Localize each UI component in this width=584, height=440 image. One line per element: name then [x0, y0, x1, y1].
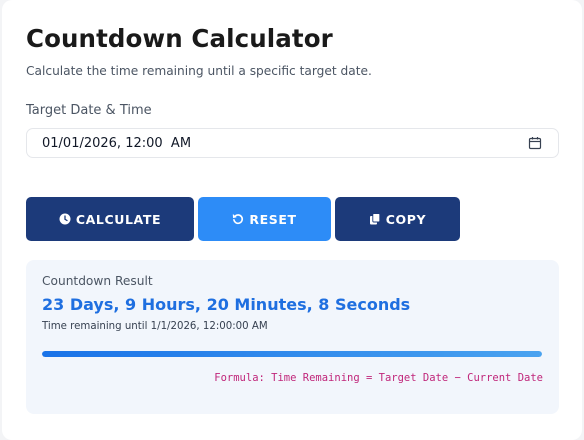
calculator-card: Countdown Calculator Calculate the time … — [2, 0, 582, 440]
result-value: 23 Days, 9 Hours, 20 Minutes, 8 Seconds — [42, 295, 411, 314]
copy-button[interactable]: COPY — [335, 197, 460, 241]
reset-button[interactable]: RESET — [198, 197, 331, 241]
progress-fill — [42, 351, 542, 357]
calculate-button[interactable]: CALCULATE — [26, 197, 194, 241]
copy-label: COPY — [385, 211, 427, 227]
calendar-icon[interactable] — [528, 136, 542, 150]
page-subtitle: Calculate the time remaining until a spe… — [26, 64, 372, 78]
formula-text: Formula: Time Remaining = Target Date − … — [214, 372, 543, 384]
page-title: Countdown Calculator — [26, 24, 333, 53]
clock-icon — [59, 213, 71, 225]
target-date-value[interactable]: 01/01/2026, 12:00 AM — [42, 136, 191, 151]
reset-label: RESET — [249, 211, 297, 227]
result-note: Time remaining until 1/1/2026, 12:00:00 … — [42, 321, 268, 332]
result-panel: Countdown Result 23 Days, 9 Hours, 20 Mi… — [26, 260, 559, 414]
target-date-input[interactable]: 01/01/2026, 12:00 AM — [26, 128, 559, 158]
target-date-label: Target Date & Time — [26, 103, 152, 118]
progress-bar — [42, 351, 542, 357]
calculate-label: CALCULATE — [75, 211, 162, 227]
reset-icon — [233, 214, 244, 225]
copy-icon — [369, 213, 381, 225]
result-label: Countdown Result — [42, 274, 153, 288]
